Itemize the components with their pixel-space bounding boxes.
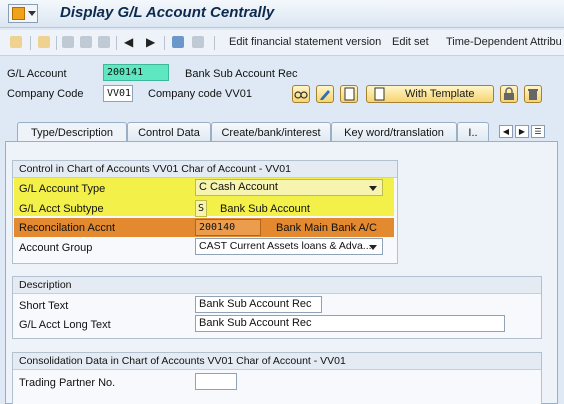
reconciliation-description: Bank Main Bank A/C [276, 222, 377, 234]
chevron-down-icon [369, 245, 377, 250]
trash-icon [528, 89, 538, 100]
tab-strip: Type/Description Control Data Create/ban… [0, 122, 564, 142]
tab-label: Type/Description [31, 127, 113, 139]
tab-scroll-right-icon[interactable]: ▶ [515, 125, 529, 138]
company-code-description: Company code VV01 [148, 88, 252, 100]
tab-type-description[interactable]: Type/Description [17, 122, 127, 142]
sap-menu-icon [12, 7, 25, 20]
tab-keyword-translation[interactable]: Key word/translation [331, 122, 457, 142]
account-group-value: CAST Current Assets loans & Adva... [199, 240, 372, 252]
gl-account-label: G/L Account [7, 68, 67, 80]
tab-list-icon[interactable]: ☰ [531, 125, 545, 138]
tab-label: Key word/translation [344, 127, 444, 139]
group-title: Consolidation Data in Chart of Accounts … [13, 353, 541, 370]
account-type-value: C Cash Account [199, 181, 278, 193]
short-text-field[interactable]: Bank Sub Account Rec [195, 296, 322, 313]
clipboard-icon[interactable] [10, 36, 22, 48]
edit-set-button[interactable]: Edit set [392, 34, 429, 50]
chevron-down-icon [369, 186, 377, 191]
trading-partner-field[interactable] [195, 373, 237, 390]
create-button[interactable] [340, 85, 358, 103]
subtype-label: G/L Acct Subtype [19, 203, 104, 215]
window-title: Display G/L Account Centrally [60, 4, 275, 21]
reconciliation-label: Reconcilation Accnt [19, 222, 115, 234]
system-menu-button[interactable] [8, 4, 38, 23]
company-code-field[interactable]: VV01 [103, 85, 133, 102]
group-title: Control in Chart of Accounts VV01 Char o… [13, 161, 397, 178]
gl-account-field[interactable]: 200141 [103, 64, 169, 81]
info-icon[interactable] [192, 36, 204, 48]
lock-icon [504, 87, 514, 100]
display-change-button[interactable] [292, 85, 310, 103]
application-toolbar: ◀ ▶ Edit financial statement version Edi… [0, 30, 564, 56]
copy-icon[interactable] [38, 36, 50, 48]
long-text-label: G/L Acct Long Text [19, 319, 111, 331]
with-template-label: With Template [405, 88, 475, 100]
previous-icon[interactable]: ◀ [124, 34, 133, 50]
where-used-icon[interactable] [98, 36, 110, 48]
subtype-description: Bank Sub Account [220, 203, 310, 215]
tab-scroll-left-icon[interactable]: ◀ [499, 125, 513, 138]
edit-fs-version-button[interactable]: Edit financial statement version [229, 34, 381, 50]
gl-account-description: Bank Sub Account Rec [185, 68, 298, 80]
account-type-label: G/L Account Type [19, 183, 106, 195]
trading-partner-label: Trading Partner No. [19, 377, 116, 389]
pencil-icon [320, 90, 330, 100]
delete-button[interactable] [524, 85, 542, 103]
time-dependent-attributes-button[interactable]: Time-Dependent Attribu [446, 34, 562, 50]
tab-create-bank-interest[interactable]: Create/bank/interest [211, 122, 331, 142]
redo-icon[interactable] [80, 36, 92, 48]
filter-icon[interactable] [172, 36, 184, 48]
tab-label: I.. [468, 127, 478, 139]
tab-more[interactable]: I.. [457, 122, 489, 142]
document-icon [374, 87, 385, 101]
next-icon[interactable]: ▶ [146, 34, 155, 50]
glasses-icon [294, 91, 308, 99]
with-template-button[interactable]: With Template [366, 85, 494, 103]
title-bar: Display G/L Account Centrally [0, 0, 564, 28]
undo-icon[interactable] [62, 36, 74, 48]
company-code-label: Company Code [7, 88, 84, 100]
group-title: Description [13, 277, 541, 294]
tab-control-data[interactable]: Control Data [127, 122, 211, 142]
short-text-label: Short Text [19, 300, 69, 312]
account-group-label: Account Group [19, 242, 93, 254]
long-text-field[interactable]: Bank Sub Account Rec [195, 315, 505, 332]
lock-button[interactable] [500, 85, 518, 103]
new-document-icon [344, 87, 355, 101]
account-group-select[interactable]: CAST Current Assets loans & Adva... [195, 238, 383, 255]
subtype-field[interactable]: S [195, 200, 207, 217]
chevron-down-icon [28, 11, 36, 16]
tab-label: Control Data [138, 127, 200, 139]
reconciliation-field[interactable]: 200140 [195, 219, 261, 236]
account-type-select[interactable]: C Cash Account [195, 179, 383, 196]
edit-button[interactable] [316, 85, 334, 103]
tab-label: Create/bank/interest [221, 127, 321, 139]
